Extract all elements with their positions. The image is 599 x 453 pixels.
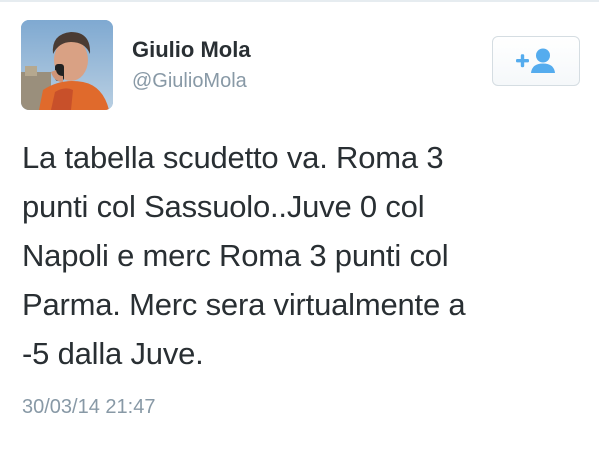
avatar-photo bbox=[21, 20, 113, 110]
tweet-text-line: Napoli e merc Roma 3 punti col bbox=[22, 238, 449, 273]
tweet-text: La tabella scudetto va. Roma 3 punti col… bbox=[22, 133, 582, 378]
display-name[interactable]: Giulio Mola bbox=[132, 37, 251, 63]
avatar[interactable] bbox=[21, 20, 113, 110]
tweet-card: Giulio Mola @GiulioMola La tabella scude… bbox=[0, 0, 599, 453]
tweet-text-line: Parma. Merc sera virtualmente a bbox=[22, 287, 466, 322]
tweet-text-line: -5 dalla Juve. bbox=[22, 336, 204, 371]
follow-user-icon bbox=[516, 48, 555, 73]
tweet-text-line: punti col Sassuolo..Juve 0 col bbox=[22, 189, 425, 224]
follow-button[interactable] bbox=[492, 36, 580, 86]
tweet-timestamp[interactable]: 30/03/14 21:47 bbox=[22, 396, 155, 419]
tweet-text-line: La tabella scudetto va. Roma 3 bbox=[22, 140, 444, 175]
user-handle[interactable]: @GiulioMola bbox=[132, 70, 247, 93]
